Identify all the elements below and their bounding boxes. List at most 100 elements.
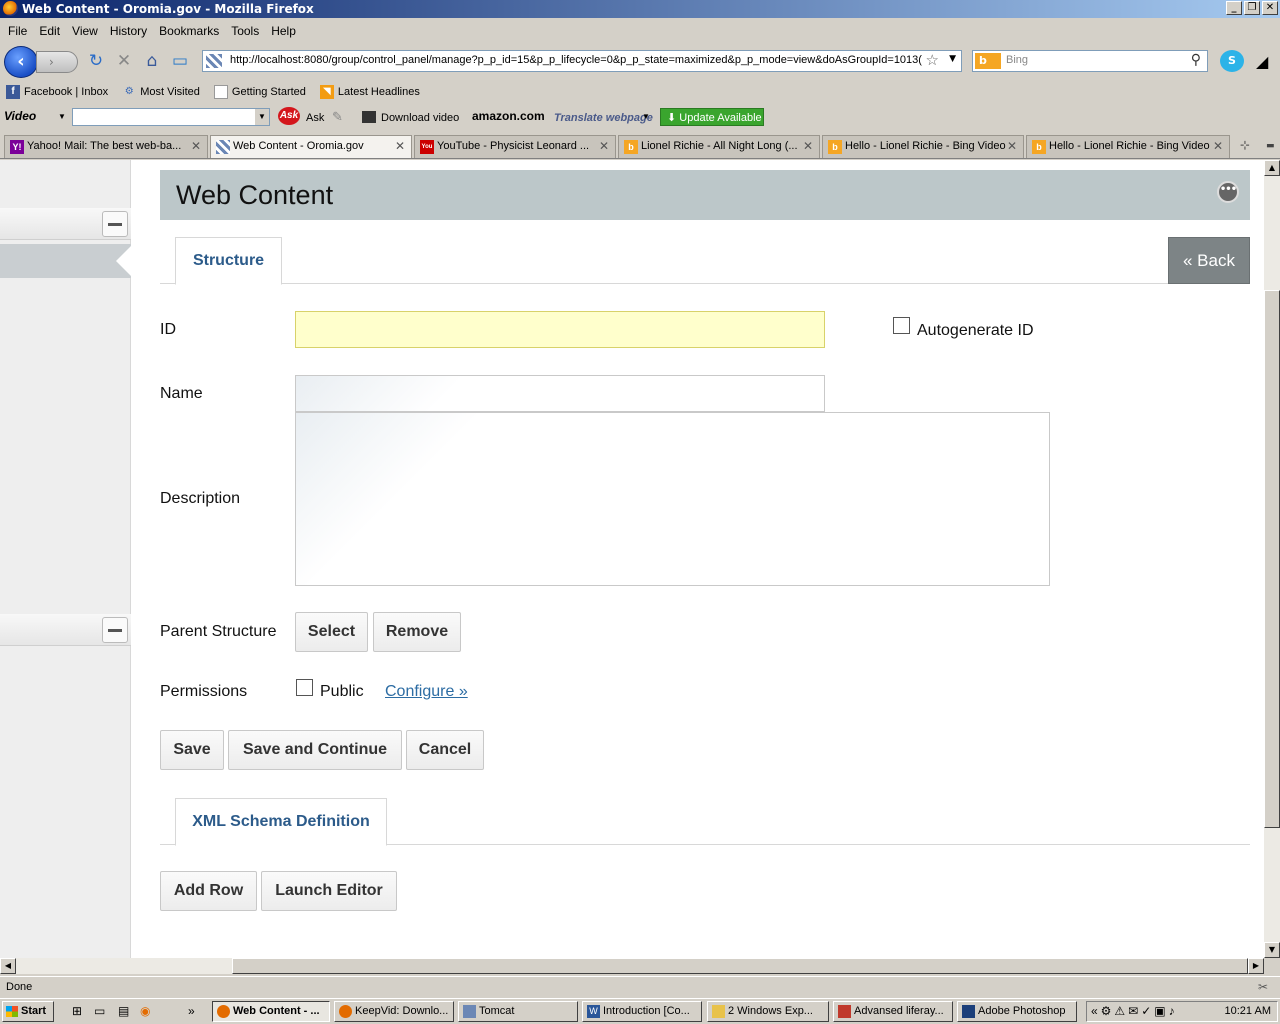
tab-xml-schema-definition[interactable]: XML Schema Definition [175, 798, 387, 846]
reload-icon[interactable]: ↻ [86, 51, 106, 71]
collapse-icon[interactable] [102, 211, 128, 237]
cancel-button[interactable]: Cancel [406, 730, 484, 770]
url-text[interactable]: http://localhost:8080/group/control_pane… [230, 54, 922, 66]
description-field[interactable] [295, 412, 1050, 586]
close-icon[interactable]: ✕ [599, 136, 609, 157]
ask-logo-icon[interactable]: Ask [278, 107, 300, 125]
menu-bookmarks[interactable]: Bookmarks [153, 24, 225, 38]
url-dropdown-icon[interactable]: ▼ [949, 54, 956, 64]
addon-bar-icon[interactable]: ✂ [1258, 980, 1268, 994]
close-icon[interactable]: ✕ [1007, 136, 1017, 157]
close-icon[interactable]: ✕ [395, 136, 405, 157]
new-tab-icon[interactable]: ⊹ [1240, 138, 1250, 152]
highlight-icon[interactable]: ✎ [332, 109, 343, 125]
horizontal-scroll-thumb[interactable] [232, 958, 1248, 974]
scroll-down-icon[interactable]: ▼ [1264, 942, 1280, 958]
url-bar[interactable]: http://localhost:8080/group/control_pane… [202, 50, 962, 72]
video-menu[interactable]: Video [4, 109, 36, 123]
launch-editor-button[interactable]: Launch Editor [261, 871, 397, 911]
clock[interactable]: 10:21 AM [1225, 1005, 1271, 1017]
save-and-continue-button[interactable]: Save and Continue [228, 730, 402, 770]
vertical-scrollbar[interactable]: ▲ ▼ [1264, 160, 1280, 958]
tab-web-content[interactable]: Web Content - Oromia.gov ✕ [210, 135, 412, 158]
options-icon[interactable]: ••• [1217, 181, 1239, 203]
ask-button[interactable]: Ask [306, 112, 324, 124]
id-field[interactable] [295, 311, 825, 348]
menu-help[interactable]: Help [265, 24, 302, 38]
scroll-right-icon[interactable]: ▶ [1248, 958, 1264, 974]
amazon-button[interactable]: amazon.com [472, 109, 545, 123]
select-button[interactable]: Select [295, 612, 368, 652]
configure-link[interactable]: Configure » [385, 683, 468, 701]
public-checkbox[interactable] [296, 679, 313, 696]
update-available-button[interactable]: ⬇ Update Available [660, 108, 764, 126]
collapse-icon[interactable] [102, 617, 128, 643]
add-row-button[interactable]: Add Row [160, 871, 257, 911]
scroll-left-icon[interactable]: ◀ [0, 958, 16, 974]
left-panel-selected-item[interactable] [0, 244, 131, 278]
vertical-scroll-thumb[interactable] [1264, 290, 1280, 828]
task-adobe-photoshop[interactable]: Adobe Photoshop [957, 1001, 1077, 1022]
name-field[interactable] [295, 375, 825, 412]
task-tomcat[interactable]: Tomcat [458, 1001, 578, 1022]
menu-file[interactable]: File [2, 24, 33, 38]
bookmark-most-visited[interactable]: ⚙ Most Visited [122, 85, 200, 99]
quicklaunch-firefox-icon[interactable]: ◉ [140, 1004, 150, 1018]
tab-youtube[interactable]: You YouTube - Physicist Leonard ... ✕ [414, 135, 616, 158]
translate-dropdown-icon[interactable]: ▼ [642, 112, 650, 121]
autogenerate-id-checkbox[interactable] [893, 317, 910, 334]
stop-icon[interactable]: ✕ [114, 51, 134, 71]
save-button[interactable]: Save [160, 730, 224, 770]
start-button[interactable]: Start [2, 1001, 54, 1022]
screen-icon[interactable]: ▭ [170, 51, 190, 71]
download-video-button[interactable]: Download video [381, 112, 459, 124]
translate-button[interactable]: Translate webpage [554, 112, 653, 124]
menu-history[interactable]: History [104, 24, 153, 38]
task-windows-explorer[interactable]: 2 Windows Exp... [707, 1001, 829, 1022]
addon-icon[interactable]: ◢ [1256, 52, 1268, 71]
menu-view[interactable]: View [66, 24, 104, 38]
bookmark-latest-headlines[interactable]: ◥ Latest Headlines [319, 85, 420, 99]
remove-button[interactable]: Remove [373, 612, 461, 652]
home-icon[interactable]: ⌂ [142, 51, 162, 71]
minimize-button[interactable]: _ [1226, 1, 1242, 15]
search-input[interactable]: Bing [1006, 54, 1028, 66]
quicklaunch-network-icon[interactable]: ⊞ [72, 1004, 82, 1018]
close-icon[interactable]: ✕ [191, 136, 201, 157]
task-web-content[interactable]: Web Content - ... [212, 1001, 330, 1022]
task-keepvid[interactable]: KeepVid: Downlo... [334, 1001, 454, 1022]
skype-icon[interactable]: S [1220, 50, 1244, 72]
task-introduction[interactable]: W Introduction [Co... [582, 1001, 702, 1022]
menu-edit[interactable]: Edit [33, 24, 66, 38]
close-icon[interactable]: ✕ [1213, 136, 1223, 157]
horizontal-scrollbar[interactable]: ◀ ▶ [0, 958, 1264, 974]
back-arrow-icon[interactable]: ‹ [4, 46, 38, 78]
search-icon[interactable]: ⚲ [1191, 52, 1201, 68]
bookmark-star-icon[interactable]: ☆ [926, 51, 939, 69]
bookmark-getting-started[interactable]: Getting Started [213, 85, 306, 99]
bookmark-facebook[interactable]: f Facebook | Inbox [6, 85, 108, 99]
scroll-up-icon[interactable]: ▲ [1264, 160, 1280, 176]
tab-yahoo-mail[interactable]: Y! Yahoo! Mail: The best web-ba... ✕ [4, 135, 208, 158]
tab-list-icon[interactable]: ▬ [1266, 141, 1275, 151]
tab-hello-bing-1[interactable]: b Hello - Lionel Richie - Bing Video ✕ [822, 135, 1024, 158]
tab-structure[interactable]: Structure [175, 237, 282, 285]
menu-tools[interactable]: Tools [225, 24, 265, 38]
tab-hello-bing-2[interactable]: b Hello - Lionel Richie - Bing Video ✕ [1026, 135, 1230, 158]
close-button[interactable]: ✕ [1262, 1, 1278, 15]
back-button[interactable]: « Back [1168, 237, 1250, 284]
search-engine-icon[interactable]: b [975, 53, 1001, 69]
tray-icons[interactable]: «⚙⚠✉✓▣♪ [1091, 1004, 1178, 1018]
ask-search-select[interactable]: ▼ [72, 108, 270, 126]
close-icon[interactable]: ✕ [803, 136, 813, 157]
quicklaunch-app-icon[interactable]: ▤ [118, 1004, 129, 1018]
quicklaunch-expand-icon[interactable]: » [188, 1004, 195, 1018]
quicklaunch-desktop-icon[interactable]: ▭ [94, 1004, 105, 1018]
video-dropdown-icon[interactable]: ▼ [58, 112, 66, 121]
forward-arrow-icon[interactable]: › [36, 51, 78, 73]
maximize-button[interactable]: ❐ [1244, 1, 1260, 15]
chevron-down-icon[interactable]: ▼ [255, 109, 269, 125]
search-bar[interactable]: b Bing ⚲ [972, 50, 1208, 72]
tab-lionel-richie-all-night[interactable]: b Lionel Richie - All Night Long (... ✕ [618, 135, 820, 158]
task-advansed-liferay[interactable]: Advansed liferay... [833, 1001, 953, 1022]
